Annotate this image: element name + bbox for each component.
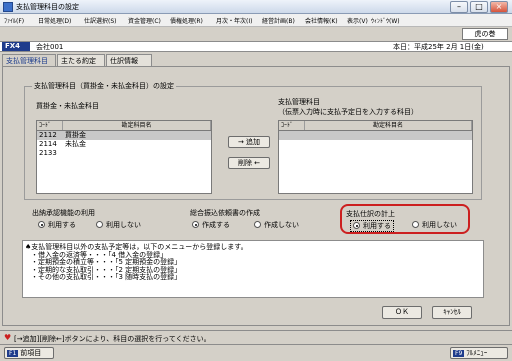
left-account-table: ｺｰﾄﾞ 勘定科目名 2112 買掛金 2114 未払金 2133 <box>36 120 212 194</box>
transfer-nocreate-radio[interactable]: 作成しない <box>254 220 299 230</box>
col-code: ｺｰﾄﾞ <box>37 121 63 130</box>
radio-icon <box>353 222 360 229</box>
table-row[interactable]: 2133 <box>37 149 211 158</box>
table-row[interactable]: 2112 買掛金 <box>37 131 211 140</box>
settings-group-title: 支払管理科目（買掛金・未払金科目）の設定 <box>32 81 176 91</box>
f1-action-label: 前項目 <box>20 349 42 357</box>
tab-journal-info[interactable]: 仕訳情報 <box>106 54 152 66</box>
radio-icon <box>96 221 103 228</box>
message-line: ・その他の支払取引・・・「3 随時支払の登録」 <box>31 273 182 281</box>
table-row[interactable]: 2114 未払金 <box>37 140 211 149</box>
ok-button[interactable]: ＯＫ <box>382 306 422 319</box>
menu-company[interactable]: 会社情報(K) <box>305 16 338 25</box>
radio-label: 作成する <box>202 221 230 229</box>
radio-label: 利用しない <box>106 221 141 229</box>
approval-use-radio[interactable]: 利用する <box>38 220 76 230</box>
tab-main-terms[interactable]: 主たる約定 <box>57 54 105 66</box>
menu-funds[interactable]: 資金管理(C) <box>128 16 161 25</box>
company-name: 会社001 <box>36 43 64 51</box>
row-code: 2133 <box>39 149 57 157</box>
menu-daily[interactable]: 日常処理(D) <box>38 16 71 25</box>
posting-use-radio[interactable]: 利用する <box>350 220 394 232</box>
add-button[interactable]: → 追加 <box>228 136 270 148</box>
function-key-bar: F1 前項目 F9 ﾌﾙﾒﾆｭｰ <box>0 344 512 361</box>
menu-window[interactable]: ｳｨﾝﾄﾞｳ(W) <box>371 16 400 25</box>
row-name: 未払金 <box>65 140 86 148</box>
toolbar <box>0 27 512 41</box>
f1-prev-item-button[interactable]: F1 前項目 <box>4 347 54 359</box>
right-account-table: ｺｰﾄﾞ 勘定科目名 <box>278 120 473 194</box>
transfer-create-radio[interactable]: 作成する <box>192 220 230 230</box>
approval-title: 出納承認機能の利用 <box>32 209 95 217</box>
tora-button[interactable]: 虎の巻 <box>462 28 508 40</box>
row-name: 買掛金 <box>65 131 86 139</box>
message-line: ♠支払管理科目以外の支払予定等は，以下のメニューから登録します。 <box>25 243 248 251</box>
left-list-title: 買掛金・未払金科目 <box>36 102 99 110</box>
f9-full-menu-button[interactable]: F9 ﾌﾙﾒﾆｭｰ <box>450 347 508 359</box>
title-bar: 支払管理科目の設定 – □ × <box>0 0 512 14</box>
heart-icon: ♥ <box>4 333 12 342</box>
approval-nouse-radio[interactable]: 利用しない <box>96 220 141 230</box>
delete-button[interactable]: 削除 ← <box>228 157 270 169</box>
status-text: [→追加][削除←]ボタンにより、科目の選択を行ってください。 <box>14 335 211 343</box>
radio-icon <box>254 221 261 228</box>
product-badge: FX4 <box>2 42 30 51</box>
radio-icon <box>38 221 45 228</box>
menu-plan[interactable]: 経営計画(B) <box>262 16 295 25</box>
table-row[interactable] <box>279 131 472 140</box>
f9-action-label: ﾌﾙﾒﾆｭｰ <box>466 349 488 357</box>
menu-view[interactable]: 表示(V) <box>347 16 368 25</box>
row-name <box>63 149 65 158</box>
maximize-button[interactable]: □ <box>470 1 488 13</box>
radio-icon <box>192 221 199 228</box>
menu-journal[interactable]: 仕訳選択(S) <box>84 16 117 25</box>
posting-title: 支払仕訳の計上 <box>346 210 395 218</box>
status-bar: ♥ [→追加][削除←]ボタンにより、科目の選択を行ってください。 <box>0 330 512 343</box>
menu-monthly[interactable]: 月次・年次(I) <box>216 16 252 25</box>
right-list-title: 支払管理科目 <box>278 98 320 106</box>
menu-receivables[interactable]: 債権処理(R) <box>170 16 203 25</box>
col-account-name: 勘定科目名 <box>305 121 472 130</box>
radio-label: 利用する <box>363 222 391 230</box>
radio-label: 利用しない <box>422 221 457 229</box>
radio-icon <box>412 221 419 228</box>
right-list-subtitle: （伝票入力時に支払予定日を入力する科目） <box>278 108 418 116</box>
close-button[interactable]: × <box>490 1 508 13</box>
right-table-header: ｺｰﾄﾞ 勘定科目名 <box>279 121 472 131</box>
minimize-button[interactable]: – <box>450 1 468 13</box>
f1-key-label: F1 <box>7 350 19 357</box>
tab-payment-accounts[interactable]: 支払管理科目 <box>2 54 56 66</box>
menu-bar: ﾌｧｲﾙ(F) 日常処理(D) 仕訳選択(S) 資金管理(C) 債権処理(R) … <box>0 14 512 27</box>
posting-nouse-radio[interactable]: 利用しない <box>412 220 457 230</box>
cancel-button[interactable]: ｷｬﾝｾﾙ <box>432 306 472 319</box>
today-date: 本日：平成25年 2月 1日(金) <box>393 43 484 51</box>
row-code: 2114 <box>39 140 57 148</box>
f9-key-label: F9 <box>453 350 465 357</box>
transfer-title: 総合振込依頼書の作成 <box>190 209 260 217</box>
row-code: 2112 <box>39 131 57 139</box>
radio-label: 作成しない <box>264 221 299 229</box>
info-message-box: ♠支払管理科目以外の支払予定等は，以下のメニューから登録します。 ・借入金の返済… <box>22 240 484 298</box>
col-account-name: 勘定科目名 <box>63 121 211 130</box>
window-title: 支払管理科目の設定 <box>16 3 79 11</box>
app-icon <box>3 2 13 12</box>
left-table-header: ｺｰﾄﾞ 勘定科目名 <box>37 121 211 131</box>
radio-label: 利用する <box>48 221 76 229</box>
col-code: ｺｰﾄﾞ <box>279 121 305 130</box>
menu-file[interactable]: ﾌｧｲﾙ(F) <box>4 16 24 25</box>
